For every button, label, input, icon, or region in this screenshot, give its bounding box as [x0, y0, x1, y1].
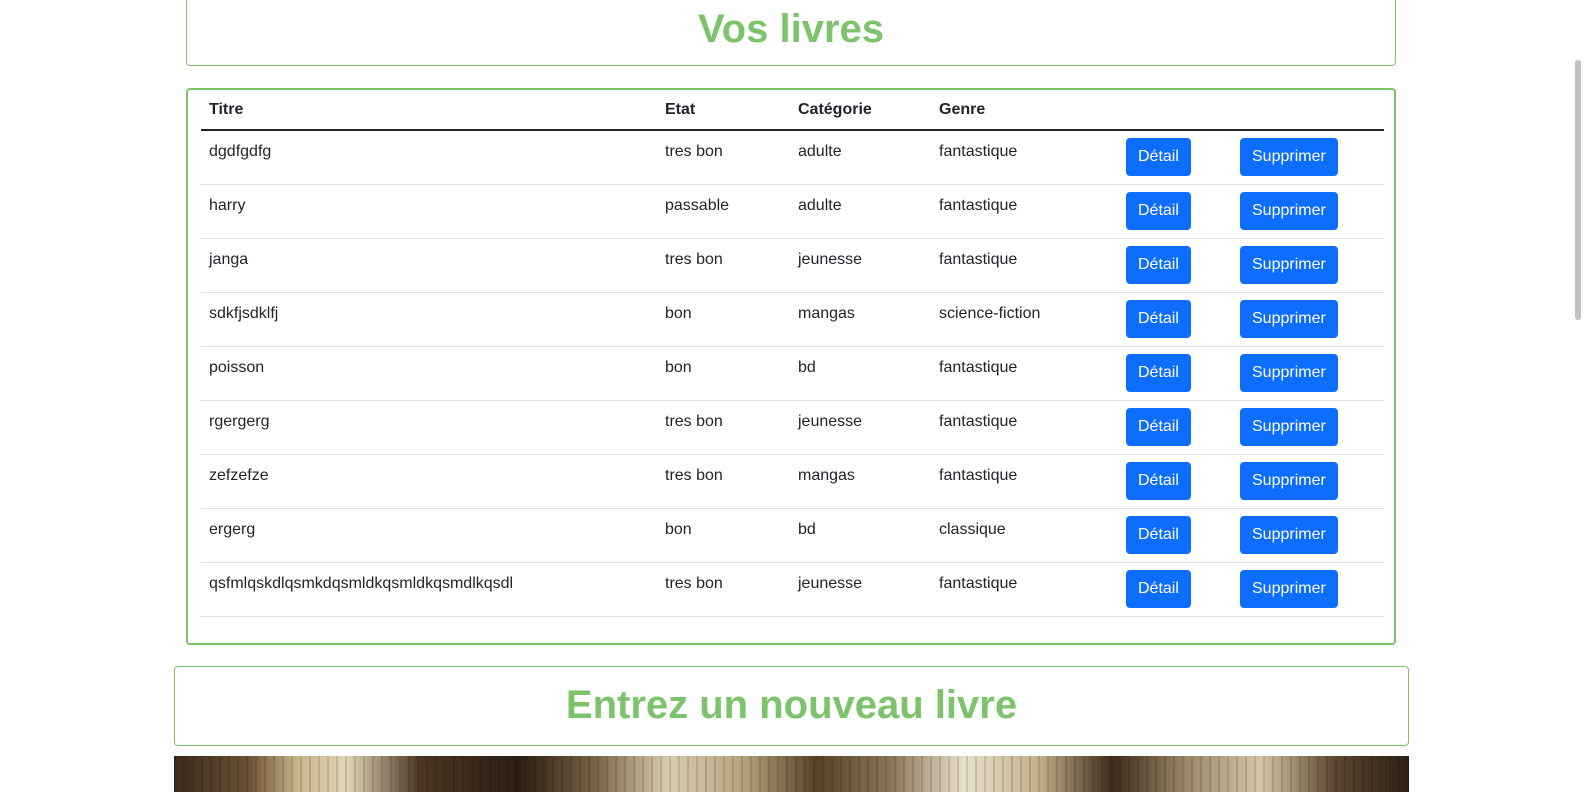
detail-button[interactable]: Détail	[1126, 462, 1191, 500]
books-title-panel: Vos livres	[186, 0, 1396, 66]
cell-delete: Supprimer	[1232, 454, 1384, 509]
column-header-detail	[1118, 90, 1232, 131]
cell-genre: fantastique	[931, 400, 1118, 455]
table-row: poisson bon bd fantastique Détail Supprimer	[201, 346, 1384, 401]
cell-detail: Détail	[1118, 454, 1232, 509]
column-header-delete	[1232, 90, 1384, 131]
cell-delete: Supprimer	[1232, 184, 1384, 239]
column-header-etat: Etat	[657, 90, 790, 131]
detail-button[interactable]: Détail	[1126, 354, 1191, 392]
delete-button[interactable]: Supprimer	[1240, 516, 1338, 554]
books-table-panel: Titre Etat Catégorie Genre dgdfgdfg tres …	[186, 88, 1396, 645]
detail-button[interactable]: Détail	[1126, 300, 1191, 338]
page-title: Vos livres	[697, 7, 885, 51]
cell-delete: Supprimer	[1232, 400, 1384, 455]
detail-button[interactable]: Détail	[1126, 570, 1191, 608]
cell-titre: harry	[201, 184, 657, 239]
table-header-row: Titre Etat Catégorie Genre	[201, 90, 1384, 131]
cell-categorie: jeunesse	[790, 562, 931, 617]
delete-button[interactable]: Supprimer	[1240, 570, 1338, 608]
cell-titre: rgergerg	[201, 400, 657, 455]
cell-titre: poisson	[201, 346, 657, 401]
cell-categorie: bd	[790, 346, 931, 401]
cell-detail: Détail	[1118, 130, 1232, 185]
cell-etat: bon	[657, 346, 790, 401]
cell-titre: ergerg	[201, 508, 657, 563]
cell-categorie: adulte	[790, 184, 931, 239]
cell-categorie: mangas	[790, 454, 931, 509]
cell-etat: bon	[657, 508, 790, 563]
column-header-genre: Genre	[931, 90, 1118, 131]
delete-button[interactable]: Supprimer	[1240, 300, 1338, 338]
cell-etat: tres bon	[657, 562, 790, 617]
cell-genre: fantastique	[931, 130, 1118, 185]
cell-genre: fantastique	[931, 562, 1118, 617]
cell-genre: science-fiction	[931, 292, 1118, 347]
cell-titre: qsfmlqskdlqsmkdqsmldkqsmldkqsmdlkqsdl	[201, 562, 657, 617]
detail-button[interactable]: Détail	[1126, 192, 1191, 230]
books-table: Titre Etat Catégorie Genre dgdfgdfg tres …	[201, 90, 1384, 617]
cell-detail: Détail	[1118, 292, 1232, 347]
delete-button[interactable]: Supprimer	[1240, 408, 1338, 446]
cell-detail: Détail	[1118, 562, 1232, 617]
cell-genre: fantastique	[931, 238, 1118, 293]
cell-categorie: adulte	[790, 130, 931, 185]
delete-button[interactable]: Supprimer	[1240, 246, 1338, 284]
column-header-categorie: Catégorie	[790, 90, 931, 131]
cell-delete: Supprimer	[1232, 238, 1384, 293]
table-row: janga tres bon jeunesse fantastique Détail Su…	[201, 238, 1384, 293]
cell-delete: Supprimer	[1232, 508, 1384, 563]
cell-categorie: mangas	[790, 292, 931, 347]
cell-delete: Supprimer	[1232, 562, 1384, 617]
cell-delete: Supprimer	[1232, 346, 1384, 401]
cell-detail: Détail	[1118, 238, 1232, 293]
detail-button[interactable]: Détail	[1126, 516, 1191, 554]
cell-categorie: bd	[790, 508, 931, 563]
detail-button[interactable]: Détail	[1126, 138, 1191, 177]
detail-button[interactable]: Détail	[1126, 408, 1191, 446]
page-scrollbar[interactable]	[1569, 0, 1587, 792]
new-book-title: Entrez un nouveau livre	[565, 683, 1018, 727]
table-row: sdkfjsdklfj bon mangas science-fiction Détai…	[201, 292, 1384, 347]
cell-titre: zefzefze	[201, 454, 657, 509]
cell-categorie: jeunesse	[790, 400, 931, 455]
cell-etat: tres bon	[657, 130, 790, 185]
cell-titre: janga	[201, 238, 657, 293]
cell-detail: Détail	[1118, 508, 1232, 563]
table-row: ergerg bon bd classique Détail Supprimer	[201, 508, 1384, 563]
cell-genre: fantastique	[931, 346, 1118, 401]
delete-button[interactable]: Supprimer	[1240, 354, 1338, 392]
cell-etat: tres bon	[657, 238, 790, 293]
cell-genre: fantastique	[931, 184, 1118, 239]
detail-button[interactable]: Détail	[1126, 246, 1191, 284]
library-banner-image	[174, 756, 1409, 792]
delete-button[interactable]: Supprimer	[1240, 138, 1338, 177]
table-row: qsfmlqskdlqsmkdqsmldkqsmldkqsmdlkqsdl tre…	[201, 562, 1384, 617]
cell-detail: Détail	[1118, 346, 1232, 401]
cell-delete: Supprimer	[1232, 292, 1384, 347]
new-book-panel: Entrez un nouveau livre	[174, 666, 1409, 746]
table-row: zefzefze tres bon mangas fantastique Détail S…	[201, 454, 1384, 509]
delete-button[interactable]: Supprimer	[1240, 192, 1338, 230]
table-row: dgdfgdfg tres bon adulte fantastique Détail S…	[201, 130, 1384, 185]
cell-etat: tres bon	[657, 400, 790, 455]
delete-button[interactable]: Supprimer	[1240, 462, 1338, 500]
cell-detail: Détail	[1118, 400, 1232, 455]
cell-etat: tres bon	[657, 454, 790, 509]
table-body: dgdfgdfg tres bon adulte fantastique Détail S…	[201, 130, 1384, 617]
cell-genre: fantastique	[931, 454, 1118, 509]
cell-titre: sdkfjsdklfj	[201, 292, 657, 347]
scrollbar-thumb[interactable]	[1575, 60, 1581, 320]
page: Vos livres Titre Etat Catégorie Genre dg…	[0, 0, 1587, 792]
table-row: harry passable adulte fantastique Détail Supp…	[201, 184, 1384, 239]
cell-genre: classique	[931, 508, 1118, 563]
cell-titre: dgdfgdfg	[201, 130, 657, 185]
cell-delete: Supprimer	[1232, 130, 1384, 185]
cell-detail: Détail	[1118, 184, 1232, 239]
table-row: rgergerg tres bon jeunesse fantastique Détai…	[201, 400, 1384, 455]
cell-etat: passable	[657, 184, 790, 239]
cell-etat: bon	[657, 292, 790, 347]
column-header-titre: Titre	[201, 90, 657, 131]
cell-categorie: jeunesse	[790, 238, 931, 293]
